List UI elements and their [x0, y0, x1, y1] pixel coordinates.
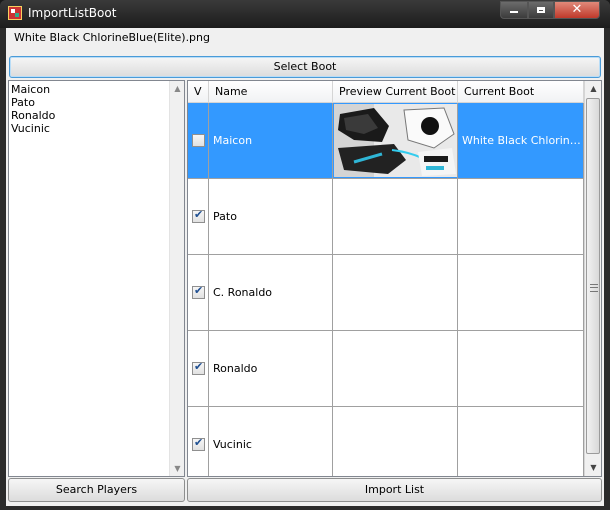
checkbox-cell[interactable] — [188, 255, 209, 331]
boots-data-grid[interactable]: ▲ ▼ V Name Preview Current Boot Current Boo… — [187, 80, 602, 477]
preview-cell[interactable] — [333, 407, 458, 476]
checkbox-cell[interactable] — [188, 103, 209, 179]
close-button[interactable]: ✕ — [554, 1, 600, 19]
column-header-name[interactable]: Name — [209, 81, 333, 103]
table-row[interactable]: Ronaldo — [188, 331, 584, 407]
client-area: White Black ChlorineBlue(Elite).png Sele… — [6, 28, 604, 506]
current-boot-cell[interactable] — [458, 407, 584, 476]
table-row[interactable]: Maicon White Black ChlorineBlue(Elite).pn… — [188, 103, 584, 179]
column-header-current-boot[interactable]: Current Boot — [458, 81, 584, 103]
preview-cell[interactable] — [333, 179, 458, 255]
minimize-icon — [510, 11, 518, 13]
row-checkbox[interactable] — [192, 134, 205, 147]
minimize-button[interactable] — [500, 1, 528, 19]
name-cell[interactable]: C. Ronaldo — [209, 255, 333, 331]
preview-cell[interactable] — [333, 331, 458, 407]
checkbox-cell[interactable] — [188, 179, 209, 255]
list-item[interactable]: Maicon — [11, 83, 50, 96]
table-row[interactable]: Pato — [188, 179, 584, 255]
row-checkbox[interactable] — [192, 360, 205, 375]
scroll-thumb[interactable] — [586, 98, 600, 454]
table-row[interactable]: C. Ronaldo — [188, 255, 584, 331]
list-item[interactable]: Ronaldo — [11, 109, 55, 122]
checkbox-cell[interactable] — [188, 407, 209, 476]
grip-icon — [590, 284, 598, 292]
player-name: Ronaldo — [213, 362, 258, 375]
column-header-v[interactable]: V — [188, 81, 209, 103]
column-header-preview[interactable]: Preview Current Boot — [333, 81, 458, 103]
title-bar[interactable]: ImportListBoot ✕ — [0, 0, 610, 28]
player-name: Pato — [213, 210, 237, 223]
selected-file-label: White Black ChlorineBlue(Elite).png — [14, 31, 210, 44]
players-list-scrollbar[interactable]: ▲ ▼ — [169, 81, 184, 476]
player-name: Vucinic — [213, 438, 252, 451]
current-boot-cell[interactable] — [458, 255, 584, 331]
row-checkbox[interactable] — [192, 208, 205, 223]
preview-cell[interactable] — [333, 255, 458, 331]
table-row[interactable]: Vucinic — [188, 407, 584, 476]
maximize-icon — [537, 7, 545, 13]
row-checkbox[interactable] — [192, 284, 205, 299]
player-name: Maicon — [213, 134, 253, 147]
select-boot-button[interactable]: Select Boot — [9, 56, 601, 78]
preview-cell[interactable] — [333, 103, 458, 179]
grid-scrollbar[interactable]: ▲ ▼ — [584, 81, 601, 476]
maximize-button[interactable] — [528, 1, 554, 19]
players-listbox[interactable]: ▲ ▼ Maicon Pato Ronaldo Vucinic — [8, 80, 185, 477]
current-boot-cell[interactable] — [458, 179, 584, 255]
list-item[interactable]: Vucinic — [11, 122, 50, 135]
boot-preview-image — [334, 104, 457, 177]
import-list-boot-window: ImportListBoot ✕ White Black ChlorineBlu… — [0, 0, 610, 510]
row-checkbox[interactable] — [192, 436, 205, 451]
current-boot-cell[interactable] — [458, 331, 584, 407]
name-cell[interactable]: Maicon — [209, 103, 333, 179]
close-icon: ✕ — [571, 2, 583, 17]
current-boot-text: White Black ChlorineBlue(Elite).png — [462, 134, 581, 147]
import-list-button[interactable]: Import List — [187, 478, 602, 502]
current-boot-cell[interactable]: White Black ChlorineBlue(Elite).png — [458, 103, 584, 179]
player-name: C. Ronaldo — [213, 286, 273, 299]
app-icon[interactable] — [8, 6, 22, 20]
scroll-down-icon[interactable]: ▼ — [170, 461, 185, 476]
search-players-button[interactable]: Search Players — [8, 478, 185, 502]
scroll-down-icon[interactable]: ▼ — [585, 460, 601, 476]
list-item[interactable]: Pato — [11, 96, 35, 109]
window-title: ImportListBoot — [28, 6, 117, 20]
name-cell[interactable]: Pato — [209, 179, 333, 255]
name-cell[interactable]: Vucinic — [209, 407, 333, 476]
scroll-up-icon[interactable]: ▲ — [170, 81, 185, 96]
name-cell[interactable]: Ronaldo — [209, 331, 333, 407]
checkbox-cell[interactable] — [188, 331, 209, 407]
scroll-up-icon[interactable]: ▲ — [585, 81, 601, 97]
